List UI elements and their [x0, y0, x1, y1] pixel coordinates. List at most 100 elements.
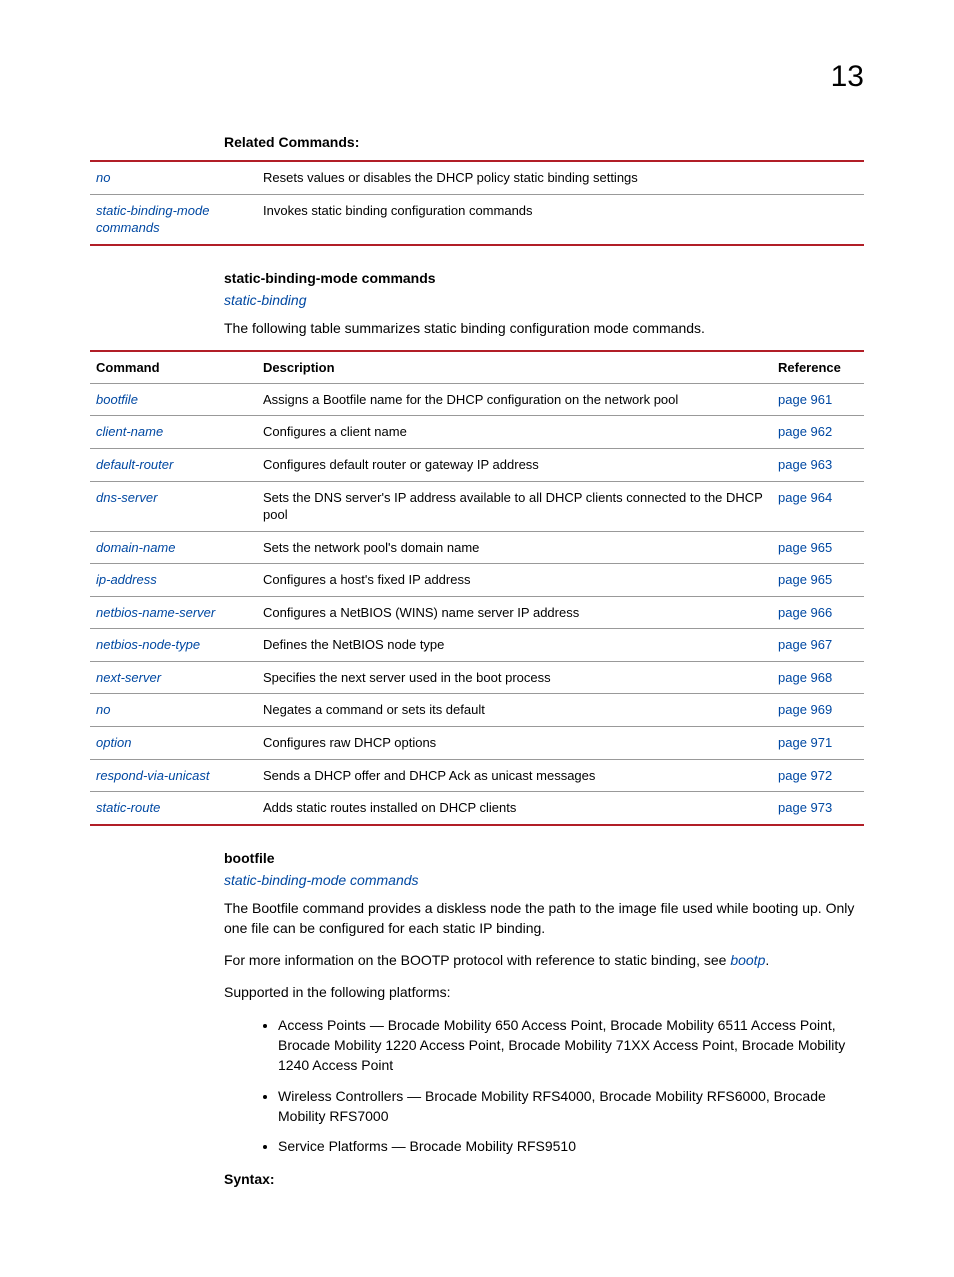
- related-commands-table: no Resets values or disables the DHCP pol…: [90, 160, 864, 246]
- command-link[interactable]: domain-name: [96, 540, 176, 555]
- ref-cell: page 963: [772, 449, 864, 482]
- command-link[interactable]: static-binding-mode commands: [96, 203, 209, 236]
- desc-cell: Adds static routes installed on DHCP cli…: [257, 792, 772, 825]
- sbm-intro: The following table summarizes static bi…: [224, 318, 864, 338]
- sbm-backlink[interactable]: static-binding: [224, 292, 864, 308]
- cmd-cell: domain-name: [90, 531, 257, 564]
- command-link[interactable]: no: [96, 170, 110, 185]
- page-link[interactable]: page 973: [778, 800, 832, 815]
- table-row: dns-serverSets the DNS server's IP addre…: [90, 481, 864, 531]
- ref-cell: page 968: [772, 661, 864, 694]
- command-link[interactable]: bootfile: [96, 392, 138, 407]
- th-description: Description: [257, 351, 772, 384]
- page-link[interactable]: page 966: [778, 605, 832, 620]
- table-row: option Configures raw DHCP options page 97…: [90, 726, 864, 759]
- command-link[interactable]: netbios-name-server: [96, 605, 215, 620]
- table-row: client-name Configures a client name page …: [90, 416, 864, 449]
- cmd-cell: ip-address: [90, 564, 257, 597]
- table-row: respond-via-unicastSends a DHCP offer an…: [90, 759, 864, 792]
- bootfile-backlink[interactable]: static-binding-mode commands: [224, 872, 864, 888]
- command-link[interactable]: client-name: [96, 424, 163, 439]
- cmd-cell: no: [90, 694, 257, 727]
- sbm-table: Command Description Reference bootfileAs…: [90, 350, 864, 826]
- table-row: no Negates a command or sets its default p…: [90, 694, 864, 727]
- command-link[interactable]: static-route: [96, 800, 160, 815]
- cmd-cell: respond-via-unicast: [90, 759, 257, 792]
- bootfile-p1: The Bootfile command provides a diskless…: [224, 898, 864, 939]
- table-row: static-route Adds static routes installed…: [90, 792, 864, 825]
- related-commands-heading: Related Commands:: [224, 134, 864, 150]
- desc-cell: Defines the NetBIOS node type: [257, 629, 772, 662]
- command-link[interactable]: respond-via-unicast: [96, 768, 209, 783]
- sbm-heading: static-binding-mode commands: [224, 270, 864, 286]
- ref-cell: page 962: [772, 416, 864, 449]
- cmd-cell: dns-server: [90, 481, 257, 531]
- page-link[interactable]: page 967: [778, 637, 832, 652]
- cmd-cell: netbios-node-type: [90, 629, 257, 662]
- table-row: no Resets values or disables the DHCP pol…: [90, 161, 864, 194]
- platforms-list: Access Points — Brocade Mobility 650 Acc…: [260, 1015, 864, 1157]
- desc-cell: Configures raw DHCP options: [257, 726, 772, 759]
- desc-cell: Invokes static binding configuration com…: [257, 194, 772, 245]
- command-link[interactable]: dns-server: [96, 490, 157, 505]
- bootp-link[interactable]: bootp: [730, 952, 765, 968]
- ref-cell: page 971: [772, 726, 864, 759]
- command-link[interactable]: ip-address: [96, 572, 157, 587]
- desc-cell: Sets the network pool's domain name: [257, 531, 772, 564]
- cmd-cell: next-server: [90, 661, 257, 694]
- bootfile-p2-post: .: [765, 952, 769, 968]
- ref-cell: page 961: [772, 383, 864, 416]
- cmd-cell: static-route: [90, 792, 257, 825]
- ref-cell: [772, 161, 864, 194]
- page-link[interactable]: page 965: [778, 572, 832, 587]
- cmd-cell: option: [90, 726, 257, 759]
- bootfile-heading: bootfile: [224, 850, 864, 866]
- page-link[interactable]: page 969: [778, 702, 832, 717]
- ref-cell: page 973: [772, 792, 864, 825]
- desc-cell: Negates a command or sets its default: [257, 694, 772, 727]
- table-row: next-server Specifies the next server use…: [90, 661, 864, 694]
- command-link[interactable]: netbios-node-type: [96, 637, 200, 652]
- ref-cell: page 965: [772, 531, 864, 564]
- page-link[interactable]: page 968: [778, 670, 832, 685]
- table-row: bootfile Assigns a Bootfile name for the …: [90, 383, 864, 416]
- desc-cell: Configures a host's fixed IP address: [257, 564, 772, 597]
- bootfile-p3: Supported in the following platforms:: [224, 982, 864, 1002]
- page-link[interactable]: page 971: [778, 735, 832, 750]
- ref-cell: page 965: [772, 564, 864, 597]
- ref-cell: page 964: [772, 481, 864, 531]
- table-row: default-routerConfigures default router …: [90, 449, 864, 482]
- page: 13 Related Commands: noResets values or …: [0, 0, 954, 1277]
- syntax-heading: Syntax:: [224, 1171, 864, 1187]
- page-link[interactable]: page 965: [778, 540, 832, 555]
- command-link[interactable]: default-router: [96, 457, 173, 472]
- th-reference: Reference: [772, 351, 864, 384]
- cmd-cell: default-router: [90, 449, 257, 482]
- command-link[interactable]: no: [96, 702, 110, 717]
- desc-cell: Specifies the next server used in the bo…: [257, 661, 772, 694]
- table-row: domain-name Sets the network pool's domai…: [90, 531, 864, 564]
- ref-cell: page 967: [772, 629, 864, 662]
- table-row: ip-address Configures a host's fixed IP a…: [90, 564, 864, 597]
- ref-cell: page 966: [772, 596, 864, 629]
- table-row: netbios-name-serverConfigures a NetBIOS …: [90, 596, 864, 629]
- bootfile-p2-pre: For more information on the BOOTP protoc…: [224, 952, 730, 968]
- command-link[interactable]: option: [96, 735, 131, 750]
- table-row: netbios-node-type Defines the NetBIOS nod…: [90, 629, 864, 662]
- desc-cell: Assigns a Bootfile name for the DHCP con…: [257, 383, 772, 416]
- cmd-cell: no: [90, 161, 257, 194]
- page-link[interactable]: page 972: [778, 768, 832, 783]
- ref-cell: [772, 194, 864, 245]
- page-link[interactable]: page 962: [778, 424, 832, 439]
- list-item: Wireless Controllers — Brocade Mobility …: [278, 1086, 864, 1127]
- page-link[interactable]: page 961: [778, 392, 832, 407]
- cmd-cell: static-binding-mode commands: [90, 194, 257, 245]
- command-link[interactable]: next-server: [96, 670, 161, 685]
- desc-cell: Resets values or disables the DHCP polic…: [257, 161, 772, 194]
- desc-cell: Configures a client name: [257, 416, 772, 449]
- ref-cell: page 972: [772, 759, 864, 792]
- list-item: Access Points — Brocade Mobility 650 Acc…: [278, 1015, 864, 1076]
- page-link[interactable]: page 964: [778, 490, 832, 505]
- cmd-cell: client-name: [90, 416, 257, 449]
- page-link[interactable]: page 963: [778, 457, 832, 472]
